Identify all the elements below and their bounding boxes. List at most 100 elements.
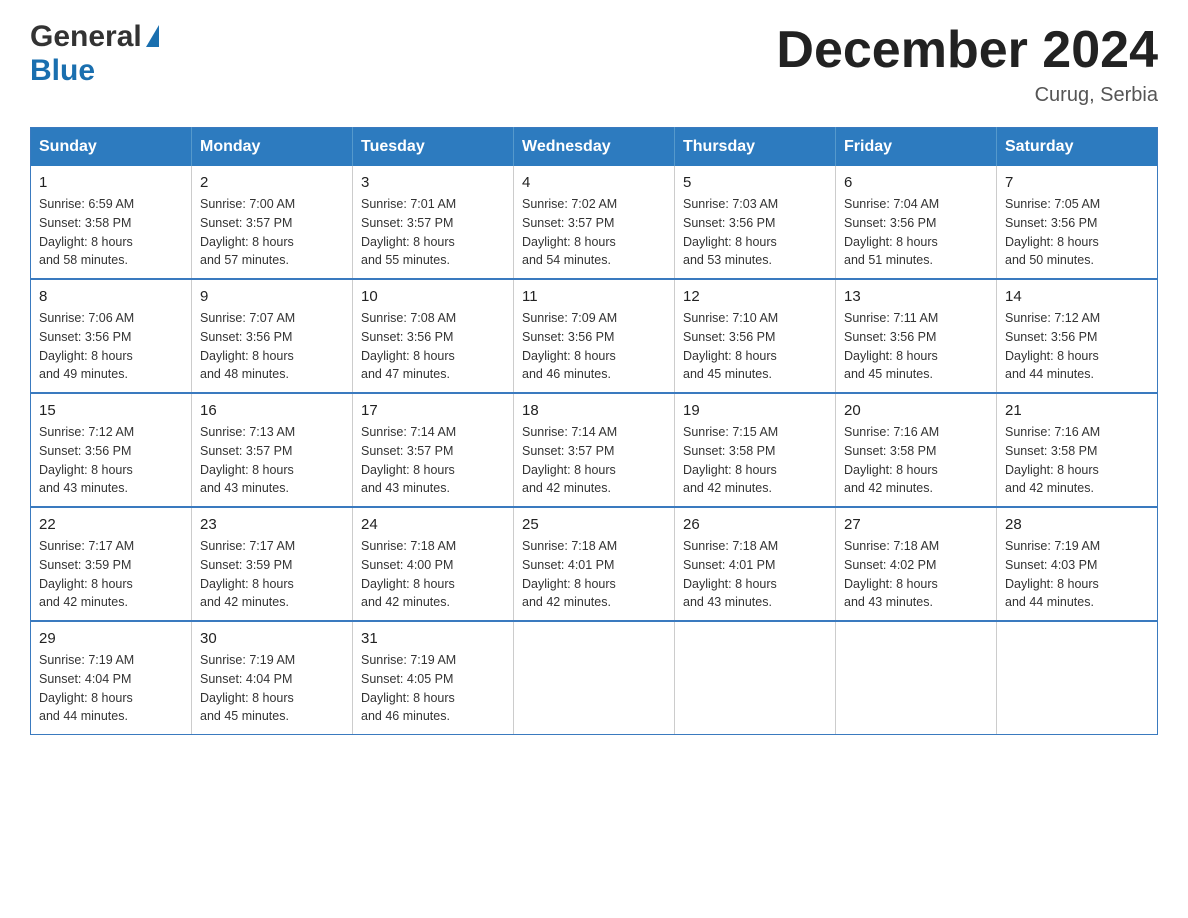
calendar-cell: 3 Sunrise: 7:01 AMSunset: 3:57 PMDaylight… <box>353 166 514 279</box>
calendar-cell: 20Sunrise: 7:16 AMSunset: 3:58 PMDayligh… <box>836 393 997 507</box>
day-number: 29 <box>39 630 183 647</box>
calendar-cell: 2 Sunrise: 7:00 AMSunset: 3:57 PMDaylight… <box>192 166 353 279</box>
day-number: 22 <box>39 516 183 533</box>
calendar-cell: 18 Sunrise: 7:14 AMSunset: 3:57 PMDayligh… <box>514 393 675 507</box>
calendar-cell: 17 Sunrise: 7:14 AMSunset: 3:57 PMDayligh… <box>353 393 514 507</box>
day-number: 16 <box>200 402 344 419</box>
day-info: Sunrise: 7:12 AMSunset: 3:56 PMDaylight:… <box>1005 309 1149 384</box>
day-number: 23 <box>200 516 344 533</box>
day-info: Sunrise: 7:19 AMSunset: 4:03 PMDaylight:… <box>1005 537 1149 612</box>
weekday-header-thursday: Thursday <box>675 128 836 167</box>
calendar-cell: 7 Sunrise: 7:05 AMSunset: 3:56 PMDaylight… <box>997 166 1158 279</box>
calendar-week-row: 8 Sunrise: 7:06 AMSunset: 3:56 PMDaylight… <box>31 279 1158 393</box>
day-number: 25 <box>522 516 666 533</box>
calendar-cell: 16 Sunrise: 7:13 AMSunset: 3:57 PMDayligh… <box>192 393 353 507</box>
calendar-cell: 8 Sunrise: 7:06 AMSunset: 3:56 PMDaylight… <box>31 279 192 393</box>
day-info: Sunrise: 7:08 AMSunset: 3:56 PMDaylight:… <box>361 309 505 384</box>
calendar-cell: 1 Sunrise: 6:59 AMSunset: 3:58 PMDaylight… <box>31 166 192 279</box>
day-info: Sunrise: 7:06 AMSunset: 3:56 PMDaylight:… <box>39 309 183 384</box>
day-info: Sunrise: 7:11 AMSunset: 3:56 PMDaylight:… <box>844 309 988 384</box>
page-title: December 2024 <box>776 20 1158 80</box>
day-info: Sunrise: 7:18 AMSunset: 4:01 PMDaylight:… <box>683 537 827 612</box>
day-info: Sunrise: 6:59 AMSunset: 3:58 PMDaylight:… <box>39 195 183 270</box>
day-number: 14 <box>1005 288 1149 305</box>
day-number: 12 <box>683 288 827 305</box>
calendar-cell: 21 Sunrise: 7:16 AMSunset: 3:58 PMDayligh… <box>997 393 1158 507</box>
calendar-week-row: 15 Sunrise: 7:12 AMSunset: 3:56 PMDayligh… <box>31 393 1158 507</box>
day-number: 20 <box>844 402 988 419</box>
day-number: 21 <box>1005 402 1149 419</box>
calendar-cell <box>836 621 997 735</box>
day-info: Sunrise: 7:12 AMSunset: 3:56 PMDaylight:… <box>39 423 183 498</box>
weekday-header-monday: Monday <box>192 128 353 167</box>
calendar-cell: 13Sunrise: 7:11 AMSunset: 3:56 PMDayligh… <box>836 279 997 393</box>
day-info: Sunrise: 7:14 AMSunset: 3:57 PMDaylight:… <box>361 423 505 498</box>
day-info: Sunrise: 7:17 AMSunset: 3:59 PMDaylight:… <box>39 537 183 612</box>
day-number: 10 <box>361 288 505 305</box>
day-number: 18 <box>522 402 666 419</box>
day-info: Sunrise: 7:19 AMSunset: 4:04 PMDaylight:… <box>200 651 344 726</box>
day-number: 7 <box>1005 174 1149 191</box>
day-number: 8 <box>39 288 183 305</box>
day-info: Sunrise: 7:14 AMSunset: 3:57 PMDaylight:… <box>522 423 666 498</box>
day-number: 6 <box>844 174 988 191</box>
logo: General Blue <box>30 20 159 88</box>
calendar-cell: 28 Sunrise: 7:19 AMSunset: 4:03 PMDayligh… <box>997 507 1158 621</box>
calendar-cell: 25Sunrise: 7:18 AMSunset: 4:01 PMDayligh… <box>514 507 675 621</box>
day-number: 27 <box>844 516 988 533</box>
logo-blue-text: Blue <box>30 54 95 87</box>
day-number: 28 <box>1005 516 1149 533</box>
day-info: Sunrise: 7:10 AMSunset: 3:56 PMDaylight:… <box>683 309 827 384</box>
day-number: 19 <box>683 402 827 419</box>
day-number: 24 <box>361 516 505 533</box>
calendar-cell <box>997 621 1158 735</box>
day-info: Sunrise: 7:19 AMSunset: 4:05 PMDaylight:… <box>361 651 505 726</box>
calendar-cell: 9 Sunrise: 7:07 AMSunset: 3:56 PMDaylight… <box>192 279 353 393</box>
day-info: Sunrise: 7:16 AMSunset: 3:58 PMDaylight:… <box>1005 423 1149 498</box>
calendar-cell: 14 Sunrise: 7:12 AMSunset: 3:56 PMDayligh… <box>997 279 1158 393</box>
calendar-cell: 24Sunrise: 7:18 AMSunset: 4:00 PMDayligh… <box>353 507 514 621</box>
calendar-cell: 30 Sunrise: 7:19 AMSunset: 4:04 PMDayligh… <box>192 621 353 735</box>
calendar-cell: 4 Sunrise: 7:02 AMSunset: 3:57 PMDaylight… <box>514 166 675 279</box>
calendar-header-row: SundayMondayTuesdayWednesdayThursdayFrid… <box>31 128 1158 167</box>
day-info: Sunrise: 7:04 AMSunset: 3:56 PMDaylight:… <box>844 195 988 270</box>
day-info: Sunrise: 7:01 AMSunset: 3:57 PMDaylight:… <box>361 195 505 270</box>
calendar-cell <box>675 621 836 735</box>
calendar-cell: 11Sunrise: 7:09 AMSunset: 3:56 PMDayligh… <box>514 279 675 393</box>
day-info: Sunrise: 7:17 AMSunset: 3:59 PMDaylight:… <box>200 537 344 612</box>
weekday-header-sunday: Sunday <box>31 128 192 167</box>
day-number: 30 <box>200 630 344 647</box>
day-number: 1 <box>39 174 183 191</box>
weekday-header-saturday: Saturday <box>997 128 1158 167</box>
day-number: 15 <box>39 402 183 419</box>
calendar-cell: 5Sunrise: 7:03 AMSunset: 3:56 PMDaylight… <box>675 166 836 279</box>
calendar-week-row: 29 Sunrise: 7:19 AMSunset: 4:04 PMDayligh… <box>31 621 1158 735</box>
calendar-cell: 6 Sunrise: 7:04 AMSunset: 3:56 PMDaylight… <box>836 166 997 279</box>
day-info: Sunrise: 7:07 AMSunset: 3:56 PMDaylight:… <box>200 309 344 384</box>
calendar-cell: 12 Sunrise: 7:10 AMSunset: 3:56 PMDayligh… <box>675 279 836 393</box>
day-info: Sunrise: 7:15 AMSunset: 3:58 PMDaylight:… <box>683 423 827 498</box>
day-number: 9 <box>200 288 344 305</box>
day-info: Sunrise: 7:00 AMSunset: 3:57 PMDaylight:… <box>200 195 344 270</box>
day-info: Sunrise: 7:13 AMSunset: 3:57 PMDaylight:… <box>200 423 344 498</box>
day-number: 3 <box>361 174 505 191</box>
calendar-cell: 23 Sunrise: 7:17 AMSunset: 3:59 PMDayligh… <box>192 507 353 621</box>
calendar-table: SundayMondayTuesdayWednesdayThursdayFrid… <box>30 127 1158 735</box>
day-info: Sunrise: 7:09 AMSunset: 3:56 PMDaylight:… <box>522 309 666 384</box>
day-number: 2 <box>200 174 344 191</box>
day-number: 17 <box>361 402 505 419</box>
calendar-cell: 19 Sunrise: 7:15 AMSunset: 3:58 PMDayligh… <box>675 393 836 507</box>
calendar-cell <box>514 621 675 735</box>
calendar-week-row: 1 Sunrise: 6:59 AMSunset: 3:58 PMDaylight… <box>31 166 1158 279</box>
calendar-cell: 15 Sunrise: 7:12 AMSunset: 3:56 PMDayligh… <box>31 393 192 507</box>
logo-general-text: General <box>30 20 142 54</box>
weekday-header-wednesday: Wednesday <box>514 128 675 167</box>
day-info: Sunrise: 7:05 AMSunset: 3:56 PMDaylight:… <box>1005 195 1149 270</box>
calendar-cell: 22 Sunrise: 7:17 AMSunset: 3:59 PMDayligh… <box>31 507 192 621</box>
day-info: Sunrise: 7:02 AMSunset: 3:57 PMDaylight:… <box>522 195 666 270</box>
weekday-header-tuesday: Tuesday <box>353 128 514 167</box>
page-subtitle: Curug, Serbia <box>776 84 1158 107</box>
calendar-cell: 10 Sunrise: 7:08 AMSunset: 3:56 PMDayligh… <box>353 279 514 393</box>
calendar-cell: 31Sunrise: 7:19 AMSunset: 4:05 PMDayligh… <box>353 621 514 735</box>
day-number: 4 <box>522 174 666 191</box>
